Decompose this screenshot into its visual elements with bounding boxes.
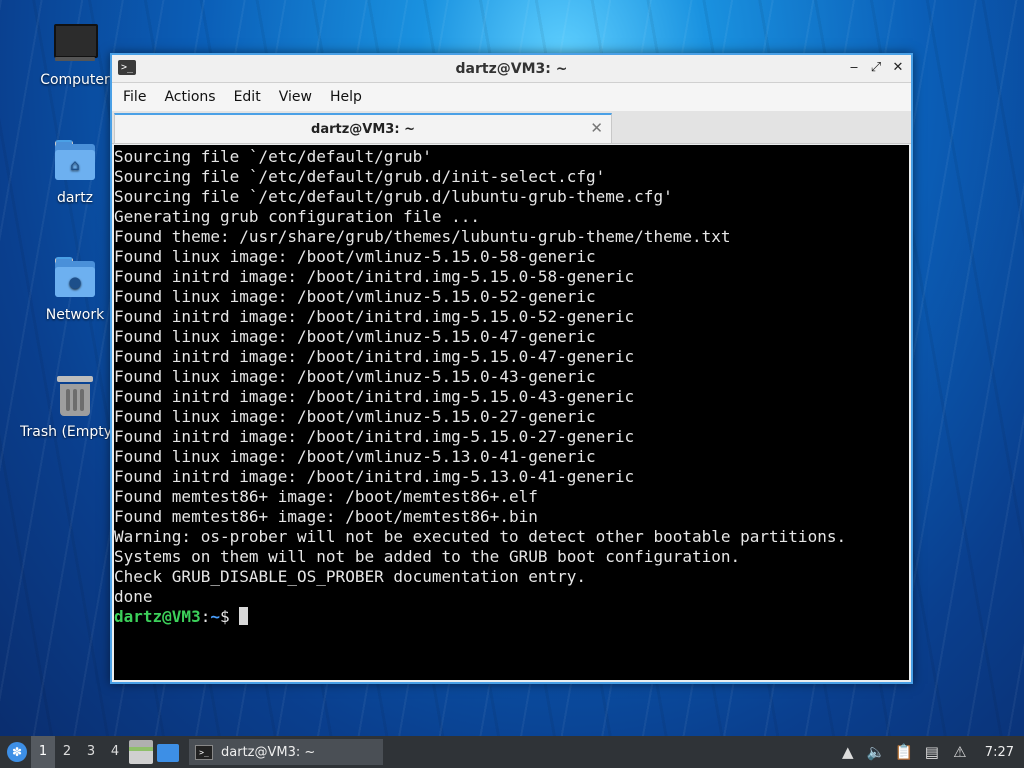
prompt-path: ~: [210, 607, 220, 626]
prompt-separator: :: [200, 607, 211, 626]
computer-icon: [53, 22, 98, 66]
terminal-line: Found linux image: /boot/vmlinuz-5.15.0-…: [114, 247, 596, 266]
terminal-line: Warning: os-prober will not be executed …: [114, 527, 847, 546]
terminal-line: Sourcing file `/etc/default/grub.d/lubun…: [114, 187, 673, 206]
terminal-tab[interactable]: dartz@VM3: ~ ✕: [114, 113, 612, 143]
start-menu-button[interactable]: ✽: [3, 738, 31, 766]
volume-icon[interactable]: 🔈: [867, 743, 886, 761]
terminal-line: Found linux image: /boot/vmlinuz-5.13.0-…: [114, 447, 596, 466]
workspace-2[interactable]: 2: [55, 736, 79, 768]
file-manager-launcher-icon[interactable]: [129, 740, 153, 764]
terminal-line: Found memtest86+ image: /boot/memtest86+…: [114, 507, 538, 526]
terminal-line: done: [114, 587, 153, 606]
terminal-line: Check GRUB_DISABLE_OS_PROBER documentati…: [114, 567, 587, 586]
network-folder-icon: ●: [53, 257, 97, 301]
terminal-line: Found theme: /usr/share/grub/themes/lubu…: [114, 227, 731, 246]
terminal-app-icon[interactable]: >_: [118, 60, 136, 75]
menubar: File Actions Edit View Help: [112, 83, 911, 111]
prompt-user: dartz@VM3: [114, 607, 201, 626]
terminal-line: Sourcing file `/etc/default/grub': [114, 147, 432, 166]
terminal-line: Found linux image: /boot/vmlinuz-5.15.0-…: [114, 287, 596, 306]
workspace-1[interactable]: 1: [31, 736, 55, 768]
terminal-line: Found initrd image: /boot/initrd.img-5.1…: [114, 347, 635, 366]
window-titlebar[interactable]: >_ dartz@VM3: ~ ‒ ⤢ ✕: [112, 55, 911, 83]
prompt-symbol: $: [219, 607, 240, 626]
terminal-window[interactable]: >_ dartz@VM3: ~ ‒ ⤢ ✕ File Actions Edit …: [110, 53, 913, 684]
terminal-line: Generating grub configuration file ...: [114, 207, 481, 226]
tab-title: dartz@VM3: ~: [311, 121, 415, 137]
clock[interactable]: 7:27: [985, 745, 1014, 760]
tab-bar: dartz@VM3: ~ ✕: [112, 111, 911, 144]
terminal-line: Found initrd image: /boot/initrd.img-5.1…: [114, 427, 635, 446]
terminal-line: Found linux image: /boot/vmlinuz-5.15.0-…: [114, 367, 596, 386]
taskbar: ✽ 1 2 3 4 >_ dartz@VM3: ~ ▲ 🔈 📋 ▤ ⚠ 7:27: [0, 736, 1024, 768]
terminal-line: Found linux image: /boot/vmlinuz-5.15.0-…: [114, 407, 596, 426]
terminal-line: Found initrd image: /boot/initrd.img-5.1…: [114, 467, 635, 486]
terminal-line: Found initrd image: /boot/initrd.img-5.1…: [114, 387, 635, 406]
terminal-output[interactable]: Sourcing file `/etc/default/grub' Sourcin…: [114, 145, 909, 680]
terminal-line: Found initrd image: /boot/initrd.img-5.1…: [114, 267, 635, 286]
menu-help[interactable]: Help: [321, 83, 371, 111]
notification-icon[interactable]: ⚠: [951, 743, 969, 761]
show-desktop-icon[interactable]: [157, 744, 179, 762]
terminal-line: Systems on them will not be added to the…: [114, 547, 741, 566]
terminal-prompt-line: dartz@VM3:~$: [114, 607, 909, 627]
menu-view[interactable]: View: [270, 83, 321, 111]
taskbar-window-button[interactable]: >_ dartz@VM3: ~: [189, 739, 383, 765]
maximize-button[interactable]: ⤢: [869, 59, 883, 77]
window-title: dartz@VM3: ~: [455, 60, 568, 77]
home-folder-icon: ⌂: [53, 140, 97, 184]
system-tray: ▲ 🔈 📋 ▤ ⚠ 7:27: [839, 743, 1024, 761]
network-icon[interactable]: ▤: [923, 743, 941, 761]
taskbar-window-label: dartz@VM3: ~: [221, 744, 316, 760]
terminal-cursor: [239, 607, 249, 625]
update-notifier-icon[interactable]: ▲: [839, 743, 857, 761]
workspace-3[interactable]: 3: [79, 736, 103, 768]
terminal-line: Sourcing file `/etc/default/grub.d/init-…: [114, 167, 606, 186]
close-button[interactable]: ✕: [891, 59, 905, 77]
menu-actions[interactable]: Actions: [155, 83, 224, 111]
clipboard-icon[interactable]: 📋: [895, 743, 914, 761]
terminal-line: Found linux image: /boot/vmlinuz-5.15.0-…: [114, 327, 596, 346]
tab-close-icon[interactable]: ✕: [590, 119, 603, 137]
terminal-icon: >_: [195, 744, 213, 760]
terminal-line: Found initrd image: /boot/initrd.img-5.1…: [114, 307, 635, 326]
trash-icon: [53, 374, 97, 418]
menu-file[interactable]: File: [114, 83, 155, 111]
terminal-line: Found memtest86+ image: /boot/memtest86+…: [114, 487, 538, 506]
menu-edit[interactable]: Edit: [225, 83, 270, 111]
minimize-button[interactable]: ‒: [847, 59, 861, 77]
workspace-4[interactable]: 4: [103, 736, 127, 768]
desktop-icon-label: Trash (Empty): [20, 424, 110, 440]
lubuntu-logo-icon: ✽: [7, 742, 27, 762]
